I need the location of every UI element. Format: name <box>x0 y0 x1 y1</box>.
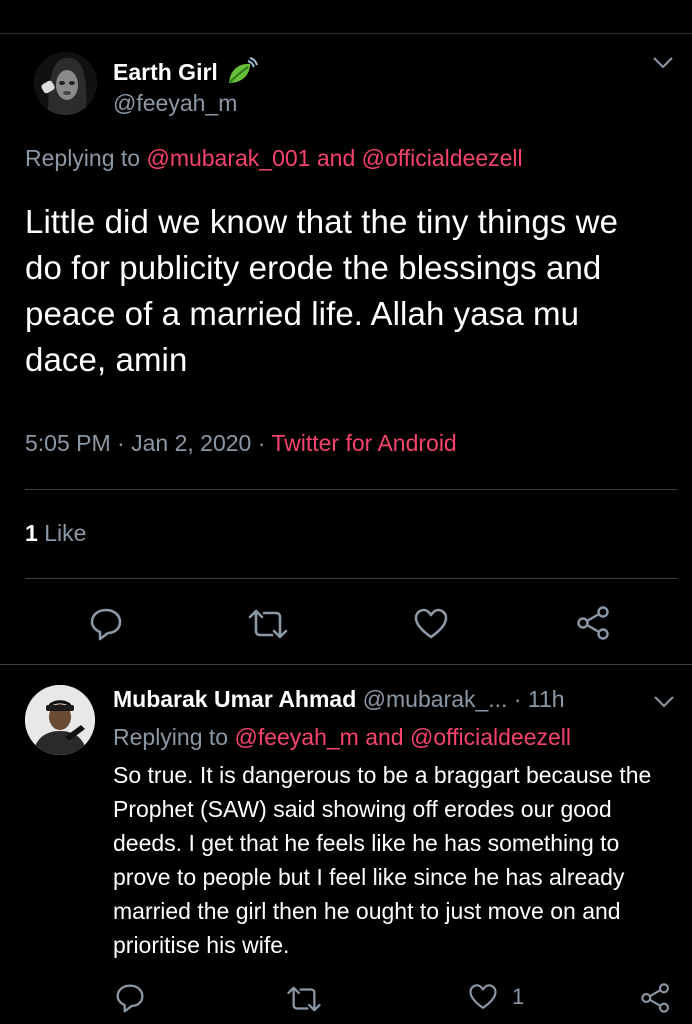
author-name[interactable]: Earth Girl <box>113 59 218 86</box>
tweet-client[interactable]: Twitter for Android <box>271 430 456 456</box>
reply-header: Mubarak Umar Ahmad @mubarak_... · 11h <box>113 686 565 713</box>
replying-prefix: Replying to <box>25 145 141 171</box>
tweet-age: 11h <box>527 686 565 712</box>
reply-icon[interactable] <box>89 607 123 641</box>
chevron-down-icon[interactable] <box>653 695 675 709</box>
tweet-date[interactable]: Jan 2, 2020 <box>131 430 251 456</box>
heart-icon[interactable] <box>413 608 449 640</box>
share-icon[interactable] <box>640 983 672 1013</box>
mention-link[interactable]: @officialdeezell <box>410 724 571 750</box>
top-divider <box>0 33 692 34</box>
tweet-text: Little did we know that the tiny things … <box>25 203 619 378</box>
tweet-meta: 5:05 PM · Jan 2, 2020 · Twitter for Andr… <box>25 430 457 456</box>
replying-and: and <box>316 145 356 171</box>
replying-to: Replying to @feeyah_m and @officialdeeze… <box>113 724 571 751</box>
separator: · <box>513 686 522 712</box>
likes-count: 1 <box>25 520 38 546</box>
replying-and: and <box>365 724 404 750</box>
chevron-down-icon[interactable] <box>652 56 674 70</box>
divider <box>25 489 677 490</box>
section-divider <box>0 664 692 665</box>
leaf-icon <box>226 57 258 87</box>
heart-icon <box>468 983 498 1011</box>
replying-to: Replying to @mubarak_001 and @officialde… <box>25 145 523 172</box>
like-button[interactable]: 1 <box>468 983 524 1011</box>
reply-icon[interactable] <box>115 983 145 1013</box>
tweet-text: So true. It is dangerous to be a braggar… <box>113 762 652 958</box>
likes-count-row[interactable]: 1 Like <box>25 520 86 547</box>
author-name[interactable]: Mubarak Umar Ahmad <box>113 686 356 712</box>
replying-prefix: Replying to <box>113 724 229 750</box>
retweet-icon[interactable] <box>285 986 323 1012</box>
like-count: 1 <box>512 984 525 1009</box>
mention-link[interactable]: @officialdeezell <box>362 145 523 171</box>
retweet-icon[interactable] <box>246 609 290 639</box>
tweet-time: 5:05 PM <box>25 430 111 456</box>
avatar[interactable] <box>34 52 97 115</box>
author-handle[interactable]: @mubarak_... <box>363 686 508 712</box>
author-name-row: Earth Girl <box>113 56 258 88</box>
avatar[interactable] <box>25 685 95 755</box>
share-icon[interactable] <box>576 606 612 640</box>
likes-label: Like <box>44 520 87 546</box>
mention-link[interactable]: @feeyah_m <box>234 724 358 750</box>
mention-link[interactable]: @mubarak_001 <box>146 145 310 171</box>
divider <box>25 578 677 579</box>
author-handle[interactable]: @feeyah_m <box>113 90 237 117</box>
